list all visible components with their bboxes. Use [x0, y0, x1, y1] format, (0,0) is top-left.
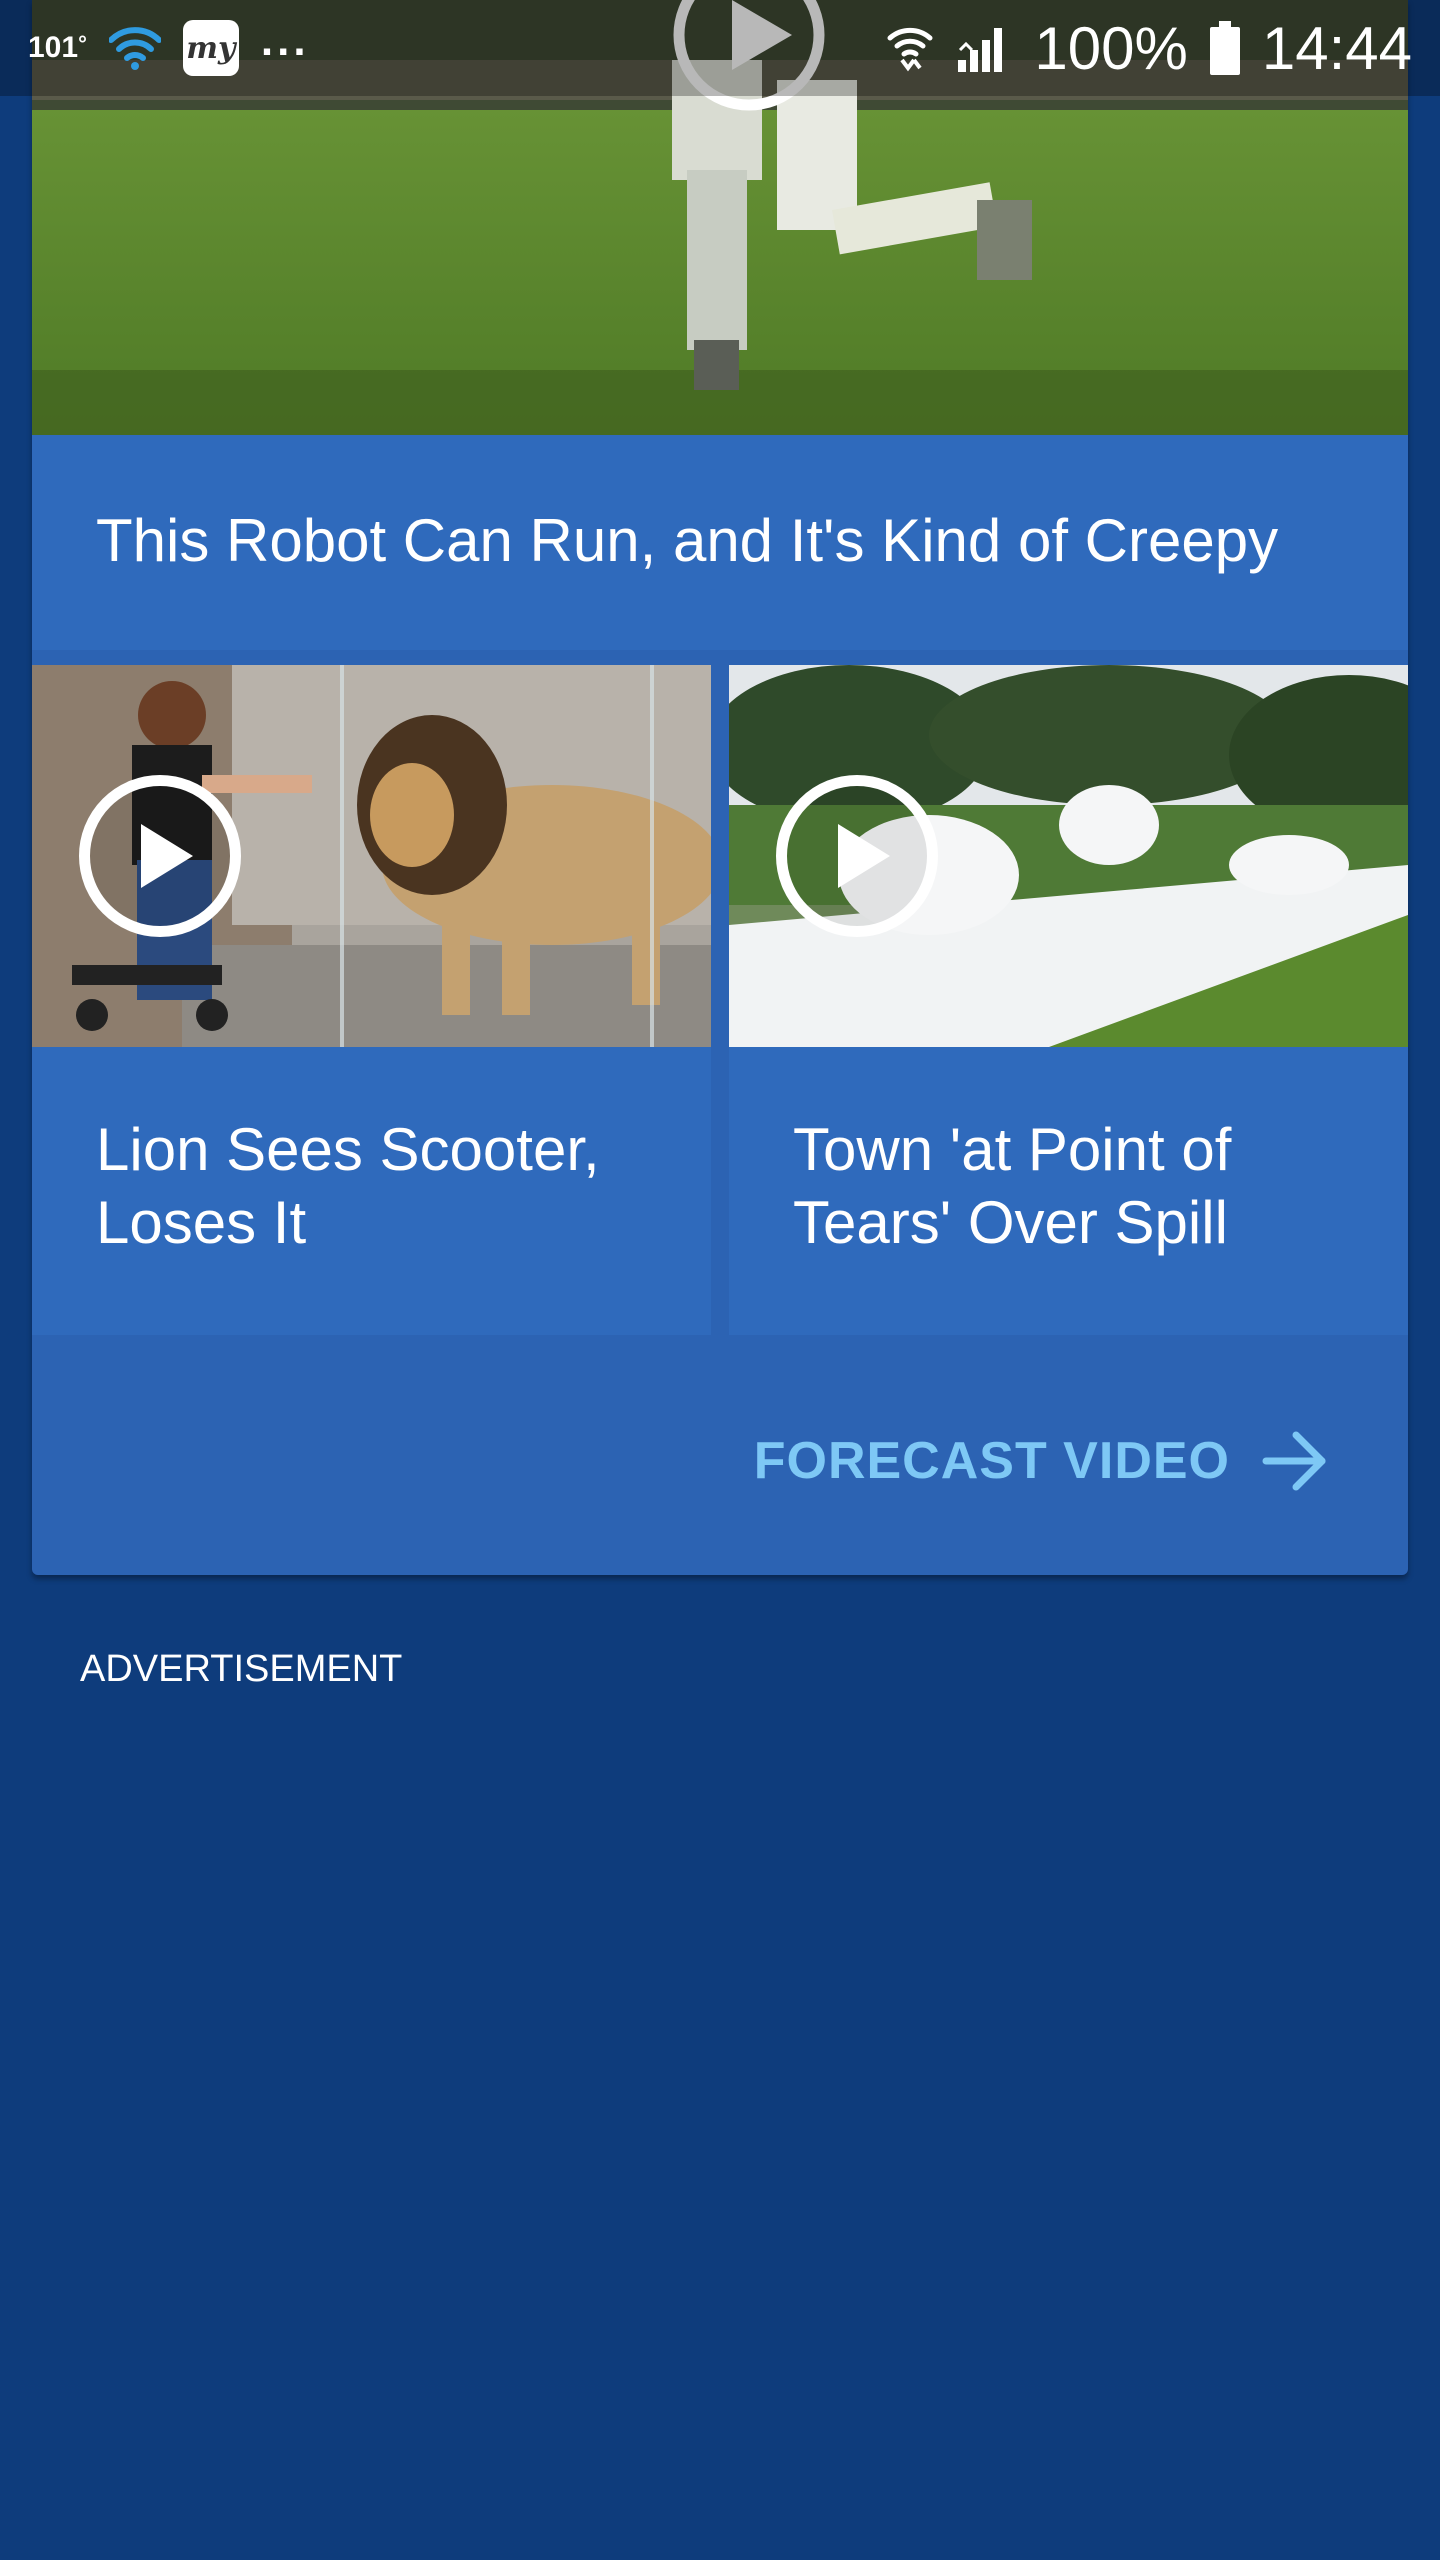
featured-video-title-block[interactable]: This Robot Can Run, and It's Kind of Cre… — [32, 435, 1408, 650]
video-tile-spill[interactable]: Town 'at Point of Tears' Over Spill — [729, 665, 1408, 1335]
status-left: 101° my ... — [28, 16, 310, 76]
status-bar: 101° my ... 100% 14:44 — [0, 0, 1440, 96]
wifi-calling-icon — [887, 27, 933, 72]
video-title: Lion Sees Scooter, Loses It — [96, 1116, 600, 1257]
play-icon[interactable] — [776, 775, 938, 937]
forecast-video-label: FORECAST VIDEO — [753, 1432, 1230, 1490]
signal-icon — [958, 28, 1003, 72]
featured-video-title: This Robot Can Run, and It's Kind of Cre… — [96, 507, 1279, 574]
more-notifications-indicator: ... — [260, 16, 310, 65]
temperature-reading: 101° — [28, 31, 87, 64]
video-tile-lion[interactable]: Lion Sees Scooter, Loses It — [32, 665, 711, 1335]
wifi-icon — [108, 27, 161, 70]
status-right: 100% 14:44 — [886, 14, 1412, 83]
advertisement-label: ADVERTISEMENT — [80, 1648, 403, 1690]
video-title: Town 'at Point of Tears' Over Spill — [793, 1116, 1232, 1257]
forecast-video-link[interactable]: FORECAST VIDEO — [754, 1425, 1332, 1497]
arrow-right-icon — [1262, 1431, 1326, 1491]
battery-percent: 100% — [1034, 14, 1188, 82]
clock: 14:44 — [1261, 14, 1412, 82]
play-icon[interactable] — [79, 775, 241, 937]
my-app-icon: my — [182, 20, 239, 76]
video-card: This Robot Can Run, and It's Kind of Cre… — [32, 0, 1408, 1575]
battery-icon — [1209, 21, 1240, 75]
